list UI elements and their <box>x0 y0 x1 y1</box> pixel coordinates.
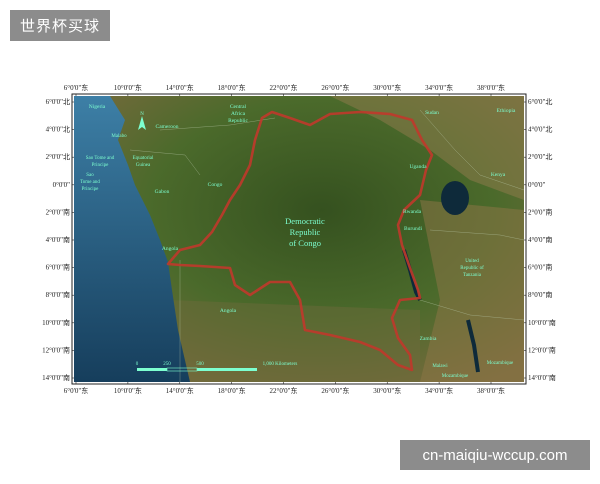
scale-mid2: 500 <box>196 362 204 367</box>
tick-label: 26°0'0"东 <box>321 386 349 395</box>
label-stp-5: Principe <box>82 187 99 192</box>
tick-label: 14°0'0"南 <box>42 373 70 382</box>
map-svg: Democratic Republic of Congo Nigeria Cam… <box>42 83 556 395</box>
label-drc-1: Democratic <box>285 216 325 226</box>
tick-label: 38°0'0"东 <box>477 386 505 395</box>
label-malawi: Malawi <box>432 364 448 369</box>
tick-label: 2°0'0"南 <box>528 207 552 216</box>
tick-label: 0°0'0" <box>53 181 71 189</box>
tick-label: 8°0'0"南 <box>528 290 552 299</box>
north-label: N <box>140 112 144 117</box>
lake-victoria <box>441 181 469 215</box>
scale-mid1: 250 <box>163 362 171 367</box>
label-tanzania-1: United <box>465 259 479 264</box>
tick-label: 6°0'0"东 <box>64 386 88 395</box>
label-zambia: Zambia <box>420 336 437 342</box>
tick-label: 10°0'0"东 <box>114 83 142 92</box>
label-stp-3: Sao <box>86 173 94 178</box>
label-angola-north: Angola <box>162 246 179 252</box>
tick-label: 14°0'0"东 <box>166 386 194 395</box>
label-stp-4: Tome and <box>80 180 100 185</box>
tick-label: 2°0'0"北 <box>528 153 552 161</box>
label-car-3: Republic <box>228 118 248 124</box>
label-rwanda: Rwanda <box>403 209 422 215</box>
label-mozambique: Mozambique <box>487 361 514 366</box>
tick-label: 10°0'0"南 <box>42 318 70 327</box>
label-uganda: Uganda <box>409 164 427 170</box>
label-kenya: Kenya <box>491 172 506 178</box>
tick-label: 4°0'0"北 <box>46 126 70 134</box>
label-drc-3: of Congo <box>289 238 321 248</box>
tick-label: 0°0'0" <box>528 181 546 189</box>
label-eqg-1: Equatorial <box>133 156 154 161</box>
tick-label: 22°0'0"东 <box>270 386 298 395</box>
label-car-2: Africa <box>231 110 246 117</box>
ticks-left: 6°0'0"北 4°0'0"北 2°0'0"北 0°0'0" 2°0'0"南 4°0'0"… <box>42 98 74 382</box>
tick-label: 34°0'0"东 <box>425 386 453 395</box>
label-tanzania-2: Republic of <box>460 266 484 271</box>
tick-label: 26°0'0"东 <box>321 83 349 92</box>
tick-label: 6°0'0"东 <box>64 83 88 92</box>
tick-label: 8°0'0"南 <box>46 290 70 299</box>
tick-label: 2°0'0"北 <box>46 153 70 161</box>
tick-label: 6°0'0"北 <box>528 98 552 106</box>
label-angola-south: Angola <box>220 308 237 314</box>
tick-label: 10°0'0"东 <box>114 386 142 395</box>
label-burundi: Burundi <box>404 226 423 232</box>
tick-label: 4°0'0"南 <box>46 235 70 244</box>
tick-label: 14°0'0"南 <box>528 373 556 382</box>
label-gabon: Gabon <box>155 189 170 195</box>
label-nigeria: Nigeria <box>89 104 106 110</box>
label-drc-2: Republic <box>290 227 321 237</box>
tick-label: 4°0'0"南 <box>528 235 552 244</box>
site-url-badge[interactable]: cn-maiqiu-wccup.com <box>400 440 590 470</box>
label-congo: Congo <box>208 182 223 188</box>
label-malabo: Malabo <box>111 134 127 139</box>
ticks-right: 6°0'0"北 4°0'0"北 2°0'0"北 0°0'0" 2°0'0"南 4°0'0"… <box>524 98 556 382</box>
tick-label: 12°0'0"南 <box>42 345 70 354</box>
scale-end: 1,000 Kilometers <box>263 362 298 367</box>
tick-label: 38°0'0"东 <box>477 83 505 92</box>
tick-label: 6°0'0"南 <box>46 263 70 272</box>
tick-label: 18°0'0"东 <box>218 83 246 92</box>
map-figure: Democratic Republic of Congo Nigeria Cam… <box>0 0 600 480</box>
label-eqg-2: Guinea <box>136 163 151 168</box>
tick-label: 30°0'0"东 <box>373 83 401 92</box>
label-tanzania-3: Tanzania <box>463 273 482 278</box>
tick-label: 6°0'0"北 <box>46 98 70 106</box>
tick-label: 18°0'0"东 <box>218 386 246 395</box>
label-cameroon: Cameroon <box>156 124 179 130</box>
tick-label: 4°0'0"北 <box>528 126 552 134</box>
tick-label: 34°0'0"东 <box>425 83 453 92</box>
label-stp-2: Principe <box>92 163 109 168</box>
label-ethiopia: Ethiopia <box>497 108 516 114</box>
tick-label: 2°0'0"南 <box>46 207 70 216</box>
tick-label: 14°0'0"东 <box>166 83 194 92</box>
label-sudan: Sudan <box>425 110 439 116</box>
label-mozambique-2: Mozambique <box>442 374 469 379</box>
label-stp-1: Sao Tome and <box>86 156 115 161</box>
label-car-1: Central <box>230 104 247 110</box>
tick-label: 30°0'0"东 <box>373 386 401 395</box>
tick-label: 10°0'0"南 <box>528 318 556 327</box>
tick-label: 22°0'0"东 <box>270 83 298 92</box>
tick-label: 12°0'0"南 <box>528 345 556 354</box>
tick-label: 6°0'0"南 <box>528 263 552 272</box>
